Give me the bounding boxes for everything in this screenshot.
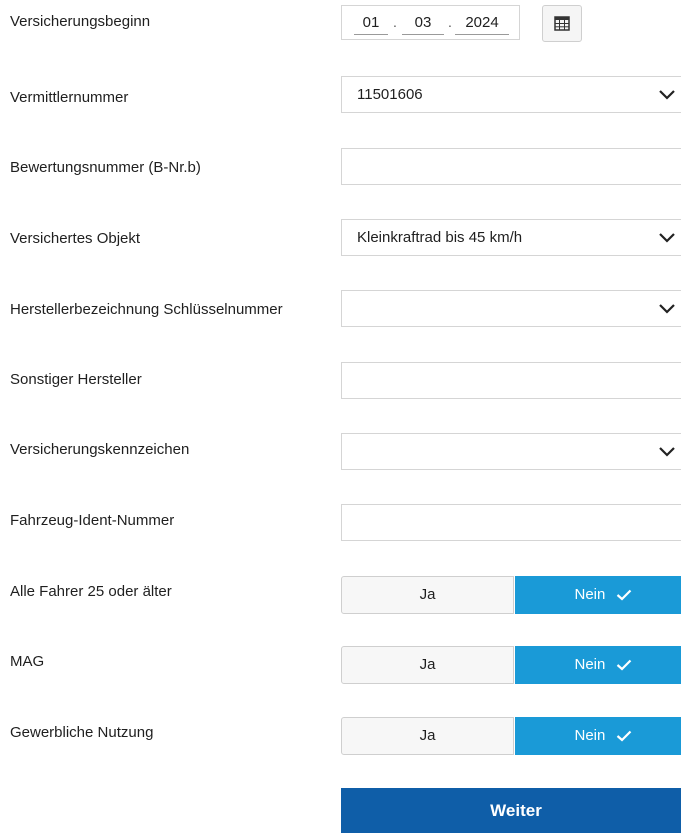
chevron-down-icon — [659, 447, 675, 457]
insured-object-value: Kleinkraftrad bis 45 km/h — [357, 229, 523, 246]
insurance-start-label: Versicherungsbeginn — [10, 13, 151, 30]
commercial-use-no-button[interactable]: Nein — [515, 717, 681, 755]
date-year-field[interactable]: 2024 — [455, 12, 509, 35]
mag-no-button[interactable]: Nein — [515, 646, 681, 684]
broker-number-value: 11501606 — [357, 86, 423, 103]
checkmark-icon — [616, 589, 631, 601]
next-button[interactable]: Weiter — [341, 788, 681, 833]
no-label: Nein — [574, 727, 606, 744]
other-manufacturer-input[interactable] — [341, 362, 681, 399]
manufacturer-key-select[interactable] — [341, 290, 681, 327]
insured-object-select[interactable]: Kleinkraftrad bis 45 km/h — [341, 219, 681, 256]
rating-number-input[interactable] — [341, 148, 681, 185]
date-month-field[interactable]: 03 — [402, 12, 444, 35]
calendar-button[interactable] — [542, 5, 582, 42]
checkmark-icon — [616, 659, 631, 671]
insurance-plate-select[interactable] — [341, 433, 681, 470]
no-label: Nein — [574, 586, 606, 603]
insured-object-label: Versichertes Objekt — [10, 230, 141, 247]
date-separator: . — [448, 14, 452, 30]
vehicle-id-label: Fahrzeug-Ident-Nummer — [10, 512, 175, 529]
rating-number-label: Bewertungsnummer (B-Nr.b) — [10, 159, 201, 176]
insurance-start-date-input[interactable]: 01 . 03 . 2024 — [341, 5, 520, 40]
all-drivers-25-yes-button[interactable]: Ja — [341, 576, 514, 614]
mag-label: MAG — [10, 653, 45, 670]
checkmark-icon — [616, 730, 631, 742]
calendar-icon — [554, 16, 570, 31]
commercial-use-label: Gewerbliche Nutzung — [10, 724, 154, 741]
commercial-use-yes-button[interactable]: Ja — [341, 717, 514, 755]
chevron-down-icon — [659, 304, 675, 314]
vehicle-id-input[interactable] — [341, 504, 681, 541]
manufacturer-key-label: Herstellerbezeichnung Schlüsselnummer — [10, 301, 283, 318]
date-day-field[interactable]: 01 — [354, 12, 388, 35]
mag-yes-button[interactable]: Ja — [341, 646, 514, 684]
all-drivers-25-no-button[interactable]: Nein — [515, 576, 681, 614]
chevron-down-icon — [659, 233, 675, 243]
date-separator: . — [393, 14, 397, 30]
broker-number-select[interactable]: 11501606 — [341, 76, 681, 113]
chevron-down-icon — [659, 90, 675, 100]
all-drivers-25-label: Alle Fahrer 25 oder älter — [10, 583, 172, 600]
no-label: Nein — [574, 656, 606, 673]
yes-label: Ja — [419, 656, 436, 673]
broker-number-label: Vermittlernummer — [10, 89, 129, 106]
yes-label: Ja — [419, 727, 436, 744]
insurance-plate-label: Versicherungskennzeichen — [10, 441, 190, 458]
other-manufacturer-label: Sonstiger Hersteller — [10, 371, 142, 388]
yes-label: Ja — [419, 586, 436, 603]
